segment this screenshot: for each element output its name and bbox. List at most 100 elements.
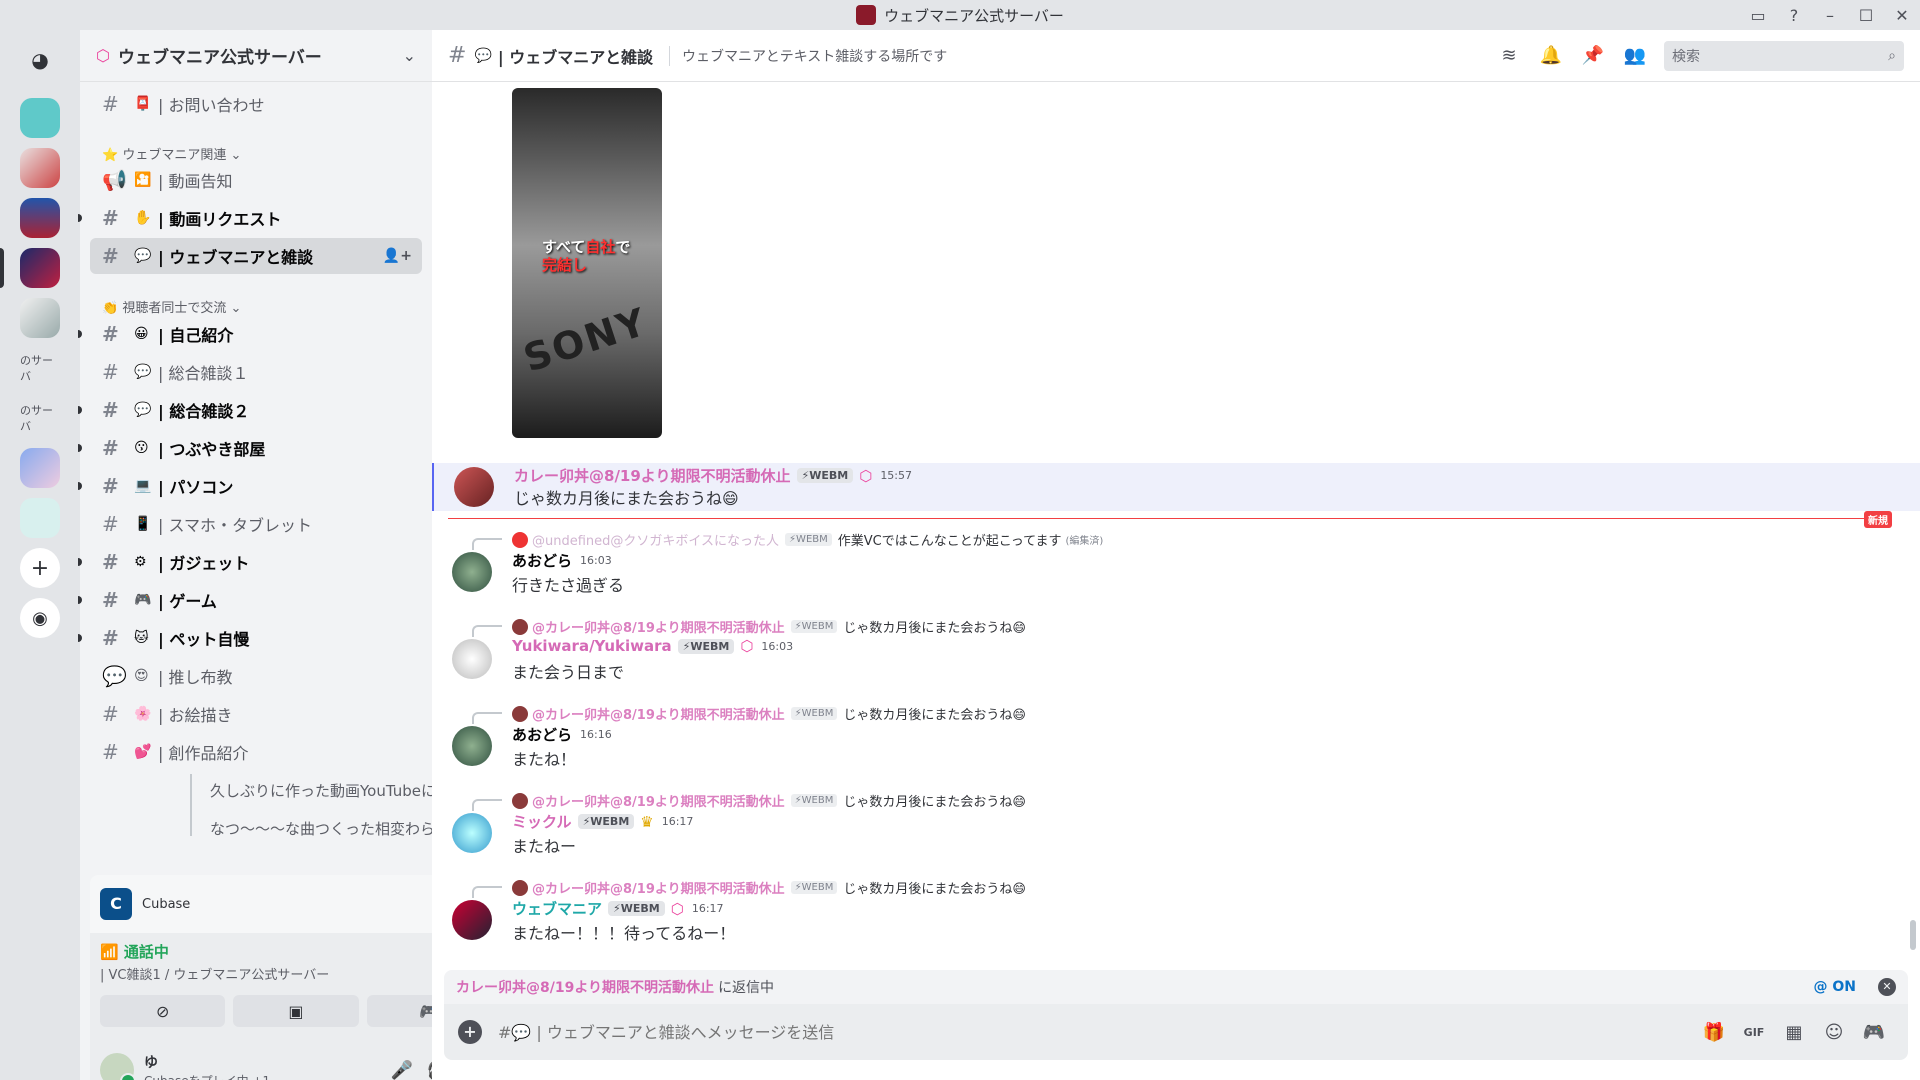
close-button[interactable]: ✕ bbox=[1884, 6, 1920, 25]
server-icon-6[interactable]: のサーバ bbox=[20, 348, 60, 388]
channel-item[interactable]: # 💬 | 総合雑談１ bbox=[90, 354, 422, 390]
channel-item[interactable]: # ⚙ | ガジェット bbox=[78, 544, 422, 580]
avatar[interactable] bbox=[452, 900, 492, 940]
reply-tag: ⚡WEBM bbox=[785, 533, 832, 546]
reply-preview[interactable]: @カレー卯丼@8/19より期限不明活動休止 ⚡WEBM じゃ数カ月後にまた会おうね😄 bbox=[512, 878, 1026, 897]
channel-item[interactable]: # 😀 | 自己紹介 bbox=[78, 316, 422, 352]
window-controls: ▭ ? – ☐ ✕ bbox=[1740, 0, 1920, 30]
server-icon-8[interactable] bbox=[20, 448, 60, 488]
channel-topic[interactable]: ウェブマニアとテキスト雑談する場所です bbox=[668, 45, 1488, 66]
reply-preview[interactable]: @undefined@クソガキボイスになった人 ⚡WEBM 作業VCではこんなことが… bbox=[512, 530, 1103, 549]
inbox-icon[interactable]: ▭ bbox=[1740, 6, 1776, 25]
message-text: また会う日まで bbox=[512, 663, 625, 682]
server-icon-1[interactable] bbox=[20, 98, 60, 138]
server-icon-webmania[interactable] bbox=[20, 248, 60, 288]
scrollbar-thumb[interactable] bbox=[1910, 920, 1916, 950]
unread-indicator bbox=[78, 444, 82, 452]
add-server-icon[interactable]: + bbox=[20, 548, 60, 588]
server-icon-5[interactable] bbox=[20, 298, 60, 338]
reply-avatar bbox=[512, 531, 528, 548]
channel-item[interactable]: # 💬 | 総合雑談２ bbox=[78, 392, 422, 428]
microphone-icon[interactable]: 🎤 bbox=[384, 1060, 420, 1080]
hash-icon: # bbox=[102, 92, 119, 116]
server-icon-9[interactable] bbox=[20, 498, 60, 538]
sticker-icon[interactable]: ▦ bbox=[1774, 1022, 1814, 1043]
avatar[interactable] bbox=[452, 726, 492, 766]
screen-share-icon[interactable]: ▣ bbox=[233, 995, 359, 1027]
server-icon-3[interactable] bbox=[20, 198, 60, 238]
message-input[interactable] bbox=[498, 1022, 1694, 1042]
channel-item[interactable]: # 💕 | 創作品紹介 bbox=[90, 734, 422, 770]
attach-plus-icon[interactable]: + bbox=[458, 1020, 482, 1044]
avatar[interactable] bbox=[452, 552, 492, 592]
channel-label: | スマホ・タブレット bbox=[158, 516, 312, 535]
reply-preview[interactable]: @カレー卯丼@8/19より期限不明活動休止 ⚡WEBM じゃ数カ月後にまた会おうね😄 bbox=[512, 704, 1026, 723]
gift-icon[interactable]: 🎁 bbox=[1694, 1022, 1734, 1043]
hash-icon: # bbox=[102, 626, 119, 650]
avatar[interactable] bbox=[452, 813, 492, 853]
channel-item[interactable]: # 💻 | パソコン bbox=[78, 468, 422, 504]
reply-preview[interactable]: @カレー卯丼@8/19より期限不明活動休止 ⚡WEBM じゃ数カ月後にまた会おうね😄 bbox=[512, 791, 1026, 810]
channel-item[interactable]: # 😗 | つぶやき部屋 bbox=[78, 430, 422, 466]
message-text: じゃ数カ月後にまた会おうね😄 bbox=[514, 489, 739, 508]
add-member-icon[interactable]: 👤+ bbox=[383, 248, 412, 264]
discord-home-icon[interactable]: ◕ bbox=[20, 40, 60, 80]
avatar[interactable] bbox=[454, 467, 494, 507]
message-author[interactable]: Yukiwara/Yukiwara bbox=[512, 637, 672, 655]
bell-icon[interactable]: 🔔 bbox=[1530, 45, 1572, 66]
channel-item[interactable]: # ✋ | 動画リクエスト bbox=[78, 200, 422, 236]
server-icon-7[interactable]: のサーバ bbox=[20, 398, 60, 438]
reply-author: @カレー卯丼@8/19より期限不明活動休止 bbox=[532, 621, 785, 636]
category-header[interactable]: 👏 視聴者同士で交流 ⌄ bbox=[102, 297, 241, 316]
threads-icon[interactable]: ≋ bbox=[1488, 45, 1530, 66]
emoji-icon[interactable]: ☺ bbox=[1814, 1022, 1854, 1043]
cancel-reply-icon[interactable]: ✕ bbox=[1878, 978, 1896, 996]
apps-icon[interactable]: 🎮 bbox=[1854, 1022, 1894, 1043]
message[interactable]: カレー卯丼@8/19より期限不明活動休止 ⚡WEBM ⬡ 15:57 じゃ数カ月後にま… bbox=[432, 463, 1920, 511]
channel-emoji: 💬 bbox=[134, 364, 152, 380]
message-author[interactable]: カレー卯丼@8/19より期限不明活動休止 bbox=[514, 465, 791, 486]
server-header[interactable]: ⬡ ウェブマニア公式サーバー ⌄ bbox=[80, 30, 432, 82]
maximize-button[interactable]: ☐ bbox=[1848, 6, 1884, 25]
message-author[interactable]: あおどら bbox=[512, 724, 572, 745]
channel-item[interactable]: # 🎮 | ゲーム bbox=[78, 582, 422, 618]
minimize-button[interactable]: – bbox=[1812, 6, 1848, 25]
voice-connected-label[interactable]: 📶 通話中 bbox=[100, 941, 420, 962]
channel-item[interactable]: 📢 🎦 | 動画告知 bbox=[90, 162, 422, 198]
channel-item[interactable]: # 🌸 | お絵描き bbox=[90, 696, 422, 732]
camera-off-icon[interactable]: ⊘ bbox=[100, 995, 226, 1027]
category-label: 視聴者同士で交流 bbox=[122, 301, 227, 316]
channel-item-active[interactable]: # 💬 | ウェブマニアと雑談 👤+ bbox=[90, 238, 422, 274]
explore-icon[interactable]: ◉ bbox=[20, 598, 60, 638]
mention-toggle[interactable]: @ ON bbox=[1814, 979, 1857, 995]
server-icon-2[interactable] bbox=[20, 148, 60, 188]
message[interactable]: @カレー卯丼@8/19より期限不明活動休止 ⚡WEBM じゃ数カ月後にまた会おうね😄… bbox=[432, 617, 1920, 687]
avatar[interactable] bbox=[452, 639, 492, 679]
avatar[interactable] bbox=[100, 1053, 136, 1080]
message-author[interactable]: あおどら bbox=[512, 550, 572, 571]
channel-item[interactable]: 💬 😍 | 推し布教 bbox=[90, 658, 422, 694]
gif-icon[interactable]: GIF bbox=[1734, 1026, 1774, 1039]
user-status: Cubaseをプレイ中 +1 bbox=[144, 1072, 384, 1080]
message[interactable]: @カレー卯丼@8/19より期限不明活動休止 ⚡WEBM じゃ数カ月後にまた会おうね😄… bbox=[432, 878, 1920, 948]
category-header[interactable]: ⭐ ウェブマニア関連 ⌄ bbox=[102, 144, 241, 163]
members-icon[interactable]: 👥 bbox=[1614, 45, 1656, 66]
channel-item[interactable]: # 🐱 | ペット自慢 bbox=[78, 620, 422, 656]
reply-author: @undefined@クソガキボイスになった人 bbox=[532, 534, 780, 549]
help-icon[interactable]: ? bbox=[1776, 6, 1812, 25]
message-author[interactable]: ミックル bbox=[512, 811, 572, 832]
message[interactable]: @カレー卯丼@8/19より期限不明活動休止 ⚡WEBM じゃ数カ月後にまた会おうね😄… bbox=[432, 704, 1920, 774]
search-input[interactable]: 検索 ⌕ bbox=[1664, 40, 1904, 71]
voice-channel-label[interactable]: | VC雑談1 / ウェブマニア公式サーバー bbox=[100, 964, 420, 983]
message[interactable]: @undefined@クソガキボイスになった人 ⚡WEBM 作業VCではこんなことが… bbox=[432, 530, 1920, 600]
pin-icon[interactable]: 📌 bbox=[1572, 45, 1614, 66]
message[interactable]: @カレー卯丼@8/19より期限不明活動休止 ⚡WEBM じゃ数カ月後にまた会おうね😄… bbox=[432, 791, 1920, 861]
channel-item[interactable]: # 📮 | お問い合わせ bbox=[90, 86, 422, 122]
account-info[interactable]: ゆ Cubaseをプレイ中 +1 bbox=[144, 1052, 384, 1080]
message-author[interactable]: ウェブマニア bbox=[512, 898, 602, 919]
channel-emoji: 🌸 bbox=[134, 706, 152, 722]
message-image[interactable]: すべて自社で 完結し SONY bbox=[512, 88, 662, 438]
reply-preview[interactable]: @カレー卯丼@8/19より期限不明活動休止 ⚡WEBM じゃ数カ月後にまた会おうね😄 bbox=[512, 617, 1026, 636]
channel-item[interactable]: # 📱 | スマホ・タブレット bbox=[90, 506, 422, 542]
activity-name: Cubase bbox=[142, 896, 191, 912]
